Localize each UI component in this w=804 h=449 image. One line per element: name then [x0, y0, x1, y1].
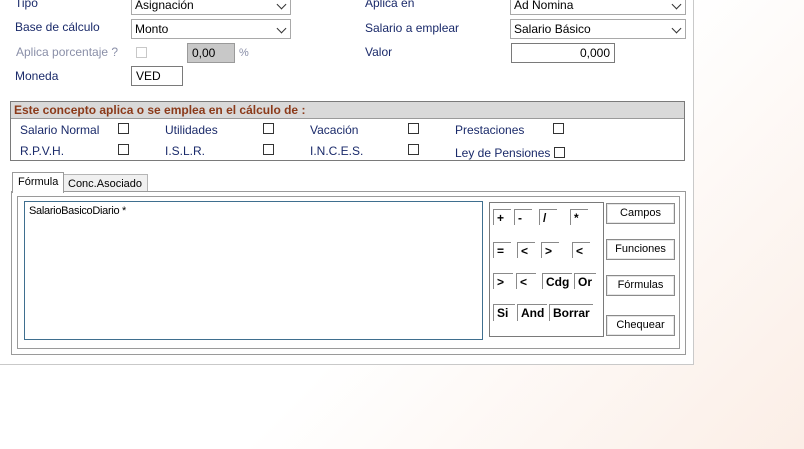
prestaciones-checkbox[interactable] — [553, 123, 564, 134]
vacacion-label: Vacación — [310, 123, 359, 137]
aplica-en-value: Ad Nomina — [514, 0, 574, 12]
inces-label: I.N.C.E.S. — [310, 144, 364, 158]
op-si-button[interactable]: Si — [493, 304, 515, 321]
inces-checkbox[interactable] — [408, 144, 419, 155]
op-multiply-button[interactable]: * — [570, 209, 588, 225]
valor-field[interactable]: 0,000 — [511, 43, 615, 63]
base-value: Monto — [135, 22, 169, 36]
islr-checkbox[interactable] — [263, 144, 274, 155]
op-greater-button-2[interactable]: > — [493, 273, 513, 289]
op-greater-button[interactable]: > — [541, 242, 559, 258]
rpvh-checkbox[interactable] — [118, 144, 129, 155]
porcentaje-field[interactable]: 0,00 — [187, 43, 235, 63]
formula-editor[interactable]: SalarioBasicoDiario * — [24, 201, 483, 340]
campos-button[interactable]: Campos — [606, 203, 675, 224]
aplica-en-label: Aplica en — [365, 0, 415, 10]
group-title: Este concepto aplica o se emplea en el c… — [11, 102, 684, 119]
concept-form: Tipo Asignación Base de cálculo Monto Ap… — [0, 0, 694, 365]
chevron-down-icon — [671, 23, 682, 34]
tipo-label: Tipo — [15, 0, 38, 10]
op-less-button[interactable]: < — [517, 242, 535, 258]
tab-formula[interactable]: Fórmula — [12, 172, 65, 193]
formula-text: SalarioBasicoDiario * — [29, 205, 127, 217]
op-equal-button[interactable]: = — [493, 242, 511, 258]
salario-normal-label: Salario Normal — [20, 123, 100, 137]
valor-label: Valor — [365, 45, 393, 59]
salario-label: Salario a emplear — [365, 21, 460, 35]
ley-pensiones-checkbox[interactable] — [554, 147, 565, 158]
rpvh-label: R.P.V.H. — [20, 144, 65, 158]
op-or-button[interactable]: Or — [574, 273, 596, 289]
aplica-en-select[interactable]: Ad Nomina — [510, 0, 686, 15]
aplica-porcentaje-checkbox[interactable] — [136, 47, 147, 58]
operator-panel: + - / * = < > < > < Cdg Or Si And Borrar — [489, 202, 604, 337]
base-label: Base de cálculo — [15, 20, 100, 34]
formulas-button[interactable]: Fórmulas — [606, 275, 675, 296]
valor-value: 0,000 — [579, 46, 610, 60]
utilidades-checkbox[interactable] — [263, 123, 274, 134]
salario-select[interactable]: Salario Básico — [510, 19, 686, 39]
salario-value: Salario Básico — [514, 22, 591, 36]
porcentaje-value: 0,00 — [192, 46, 216, 60]
percent-sign: % — [239, 47, 249, 59]
tipo-value: Asignación — [135, 0, 194, 12]
op-cdg-button[interactable]: Cdg — [542, 273, 572, 289]
op-divide-button[interactable]: / — [539, 209, 557, 225]
tipo-select[interactable]: Asignación — [131, 0, 291, 15]
op-less-button-3[interactable]: < — [516, 273, 536, 289]
op-borrar-button[interactable]: Borrar — [549, 304, 593, 321]
aplica-porcentaje-label: Aplica porcentaje ? — [16, 45, 119, 59]
chevron-down-icon — [276, 23, 287, 34]
salario-normal-checkbox[interactable] — [118, 123, 129, 134]
chequear-button[interactable]: Chequear — [606, 315, 675, 336]
funciones-button[interactable]: Funciones — [606, 239, 675, 260]
ley-pensiones-label: Ley de Pensiones — [455, 146, 551, 160]
chevron-down-icon — [671, 0, 682, 10]
islr-label: I.S.L.R. — [165, 144, 206, 158]
moneda-value: VED — [136, 69, 161, 83]
op-plus-button[interactable]: + — [493, 209, 511, 225]
concept-group: Este concepto aplica o se emplea en el c… — [10, 101, 685, 161]
moneda-field[interactable]: VED — [131, 66, 183, 86]
op-minus-button[interactable]: - — [514, 209, 532, 225]
utilidades-label: Utilidades — [165, 123, 218, 137]
prestaciones-label: Prestaciones — [455, 123, 525, 137]
op-and-button[interactable]: And — [517, 304, 547, 321]
chevron-down-icon — [276, 0, 287, 10]
vacacion-checkbox[interactable] — [408, 123, 419, 134]
moneda-label: Moneda — [15, 69, 59, 83]
base-select[interactable]: Monto — [131, 19, 291, 39]
op-less-button-2[interactable]: < — [572, 242, 590, 258]
